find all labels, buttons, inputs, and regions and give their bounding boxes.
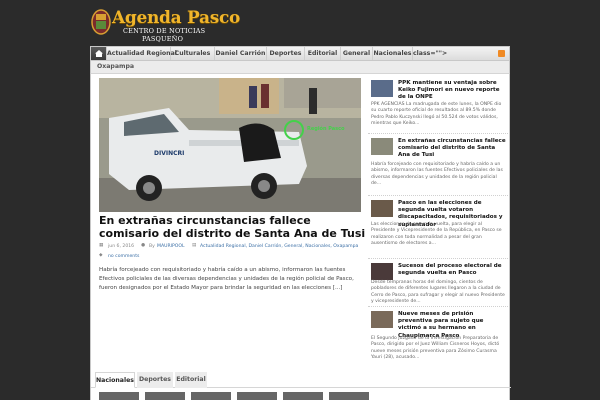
rss-icon[interactable] — [498, 50, 505, 57]
news-thumbnail[interactable] — [371, 311, 393, 328]
tab-nacionales[interactable]: Nacionales — [95, 372, 135, 388]
author-link[interactable]: MAURIPOOL — [157, 244, 185, 249]
feature-image[interactable]: DIVINCRI Región Pasco — [99, 78, 361, 212]
comment-icon: ◆ — [99, 253, 103, 258]
logo-subtitle: CENTRO DE NOTICIAS — [123, 27, 206, 35]
news-excerpt: Desde tempranas horas del domingo, cient… — [371, 280, 505, 304]
logo-emblem-icon — [91, 9, 111, 35]
sub-nav: Oxapampa — [90, 61, 510, 74]
tab-item-thumbnail[interactable] — [145, 392, 185, 400]
site-header: Agenda Pasco CENTRO DE NOTICIAS PASQUEÑO — [0, 0, 600, 46]
nav-item-broken-class[interactable]: class=""> — [413, 47, 447, 60]
nav-item-actualidad-regional[interactable]: Actualidad Regional — [107, 47, 177, 60]
news-excerpt: El Segundo Juzgado de la Investigación P… — [371, 336, 500, 360]
news-excerpt: PPK AGENCIAS La madrugada de este lunes,… — [371, 102, 502, 126]
nav-item-deportes[interactable]: Deportes — [267, 47, 305, 60]
news-thumbnail[interactable] — [371, 80, 393, 97]
folder-icon: ▤ — [192, 243, 197, 248]
tab-deportes[interactable]: Deportes — [137, 372, 173, 388]
tab-item-thumbnail[interactable] — [283, 392, 323, 400]
category-links[interactable]: Actualidad Regional, Daniel Carrión, Gen… — [200, 244, 358, 249]
news-title[interactable]: PPK mantiene su ventaja sobre Keiko Fuji… — [398, 80, 506, 102]
news-title[interactable]: Sucesos del proceso electoral de segunda… — [398, 263, 506, 277]
feature-meta: ▦ jun 6, 2016 ● By MAURIPOOL ▤ Actualida… — [99, 242, 369, 262]
divider — [368, 258, 508, 259]
divider — [368, 306, 508, 307]
tab-item-thumbnail[interactable] — [99, 392, 139, 400]
nav-home-button[interactable] — [91, 47, 107, 60]
divider — [368, 195, 508, 196]
news-thumbnail[interactable] — [371, 263, 393, 280]
category-tabs: Nacionales Deportes Editorial — [91, 372, 511, 388]
divider — [368, 133, 508, 134]
feature-excerpt: Habría forcejeado con requisitoriado y h… — [99, 267, 354, 291]
nav-item-editorial[interactable]: Editorial — [305, 47, 341, 60]
tab-item-thumbnail[interactable] — [237, 392, 277, 400]
nav-item-culturales[interactable]: Culturales — [171, 47, 215, 60]
feature-title[interactable]: En extrañas circunstancias fallece comis… — [99, 214, 369, 240]
nav-item-nacionales[interactable]: Nacionales — [373, 47, 413, 60]
tab-item-thumbnail[interactable] — [191, 392, 231, 400]
home-icon — [95, 50, 103, 57]
site-logo[interactable]: Agenda Pasco CENTRO DE NOTICIAS PASQUEÑO — [91, 7, 240, 43]
image-watermark: Región Pasco — [307, 126, 345, 132]
news-excerpt: Las elecciones de segunda vuelta, para e… — [371, 222, 502, 246]
news-thumbnail[interactable] — [371, 200, 393, 217]
main-nav: Actualidad Regional Culturales Daniel Ca… — [90, 46, 510, 61]
tab-item-thumbnail[interactable] — [329, 392, 369, 400]
post-date: jun 6, 2016 — [108, 244, 135, 249]
news-thumbnail[interactable] — [371, 138, 393, 155]
author-prefix: By — [149, 244, 155, 249]
main-content: DIVINCRI Región Pasco En extrañas circun… — [90, 74, 511, 400]
news-excerpt: Habría forcejeado con requisitoriado y h… — [371, 162, 503, 186]
author-icon: ● — [141, 243, 146, 248]
nav-item-daniel-carrion[interactable]: Daniel Carrión — [215, 47, 267, 60]
logo-title: Agenda Pasco — [112, 8, 241, 28]
news-title[interactable]: En extrañas circunstancias fallece comis… — [398, 138, 506, 160]
tab-editorial[interactable]: Editorial — [175, 372, 207, 388]
subnav-item-oxapampa[interactable]: Oxapampa — [97, 61, 134, 73]
comments-link[interactable]: no comments — [108, 254, 139, 259]
logo-subtitle-2: PASQUEÑO — [142, 35, 184, 43]
truck-label: DIVINCRI — [154, 150, 185, 157]
nav-item-general[interactable]: General — [341, 47, 373, 60]
feature-photo — [99, 78, 361, 212]
calendar-icon: ▦ — [99, 243, 104, 248]
